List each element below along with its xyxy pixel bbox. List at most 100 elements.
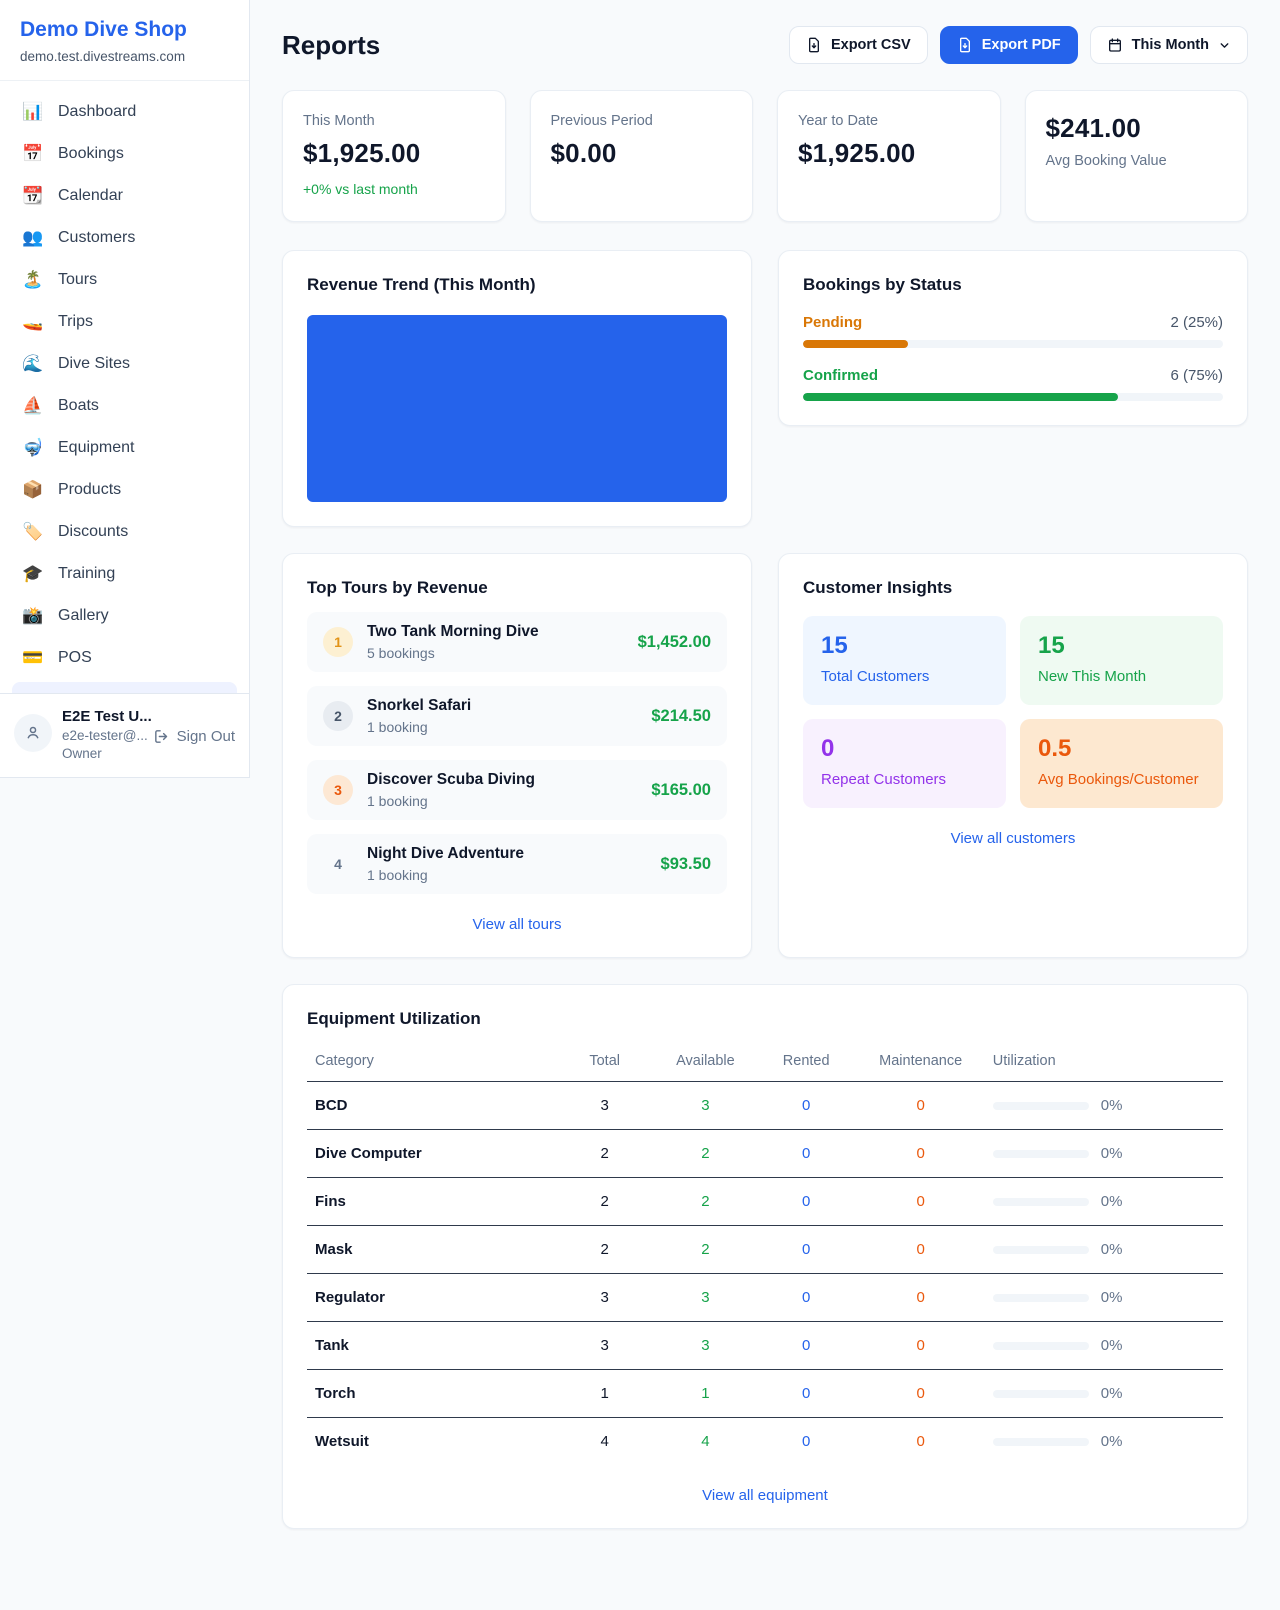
- progress-fill: [803, 393, 1118, 401]
- bookings-status-card: Bookings by Status Pending2 (25%)Confirm…: [778, 250, 1248, 426]
- speedboat-icon: 🚤: [22, 312, 44, 332]
- export-csv-label: Export CSV: [831, 37, 911, 53]
- equipment-category: Mask: [307, 1226, 554, 1274]
- sidebar-nav: 📊Dashboard📅Bookings📆Calendar 👥 Customers 🏝️…: [0, 91, 249, 693]
- user-name: E2E Test U...: [62, 708, 143, 725]
- view-all-customers-link[interactable]: View all customers: [803, 830, 1223, 847]
- file-download-icon: [957, 37, 973, 53]
- rank-badge: 2: [323, 701, 353, 731]
- equipment-col-category: Category: [307, 1041, 554, 1082]
- sidebar-item-trips[interactable]: 🚤 Trips: [12, 301, 237, 343]
- stat-card-previous-period: Previous Period$0.00: [530, 90, 754, 222]
- utilization-bar: [993, 1102, 1089, 1110]
- graduation-cap-icon: 🎓: [22, 564, 44, 584]
- tour-name: Night Dive Adventure: [367, 845, 524, 863]
- status-row-pending: Pending2 (25%): [803, 314, 1223, 348]
- equipment-maintenance: 0: [857, 1082, 985, 1130]
- equipment-category: Fins: [307, 1178, 554, 1226]
- period-label: This Month: [1132, 37, 1209, 53]
- equipment-available: 4: [655, 1418, 756, 1466]
- sidebar-item-dashboard[interactable]: 📊Dashboard: [12, 91, 237, 133]
- equipment-category: Wetsuit: [307, 1418, 554, 1466]
- stat-value: $241.00: [1046, 113, 1228, 144]
- utilization-bar: [993, 1342, 1089, 1350]
- table-row: Torch11000%: [307, 1370, 1223, 1418]
- status-count: 6 (75%): [1170, 367, 1223, 384]
- status-count: 2 (25%): [1170, 314, 1223, 331]
- progress-track: [803, 393, 1223, 401]
- sidebar-item-label: POS: [58, 649, 92, 667]
- sign-out-label: Sign Out: [177, 728, 235, 745]
- equipment-total: 1: [554, 1370, 655, 1418]
- sidebar-item-products[interactable]: 📦Products: [12, 469, 237, 511]
- sidebar-item-bookings[interactable]: 📅Bookings: [12, 133, 237, 175]
- equipment-total: 3: [554, 1082, 655, 1130]
- sidebar-item-dive-sites[interactable]: 🌊Dive Sites: [12, 343, 237, 385]
- equipment-maintenance: 0: [857, 1322, 985, 1370]
- sidebar-item-customers[interactable]: 👥 Customers: [12, 217, 237, 259]
- sidebar-item-label: Customers: [58, 229, 135, 247]
- sidebar-item-training[interactable]: 🎓Training: [12, 553, 237, 595]
- sidebar-item-discounts[interactable]: 🏷️Discounts: [12, 511, 237, 553]
- sidebar-item-calendar[interactable]: 📆Calendar: [12, 175, 237, 217]
- equipment-rented: 0: [756, 1418, 857, 1466]
- sidebar-item-pos[interactable]: 💳 POS: [12, 637, 237, 679]
- sidebar-item-tours[interactable]: 🏝️Tours: [12, 259, 237, 301]
- sidebar-item-boats[interactable]: ⛵Boats: [12, 385, 237, 427]
- tour-amount: $1,452.00: [638, 633, 711, 652]
- page-header: Reports Export CSV Export PDF: [282, 26, 1248, 64]
- user-icon: [24, 724, 42, 742]
- table-row: Dive Computer22000%: [307, 1130, 1223, 1178]
- equipment-rented: 0: [756, 1226, 857, 1274]
- stat-label: This Month: [303, 113, 485, 129]
- package-icon: 📦: [22, 480, 44, 500]
- shop-domain: demo.test.divestreams.com: [20, 49, 229, 64]
- sign-out-button[interactable]: Sign Out: [153, 728, 235, 745]
- sidebar-item-label: Trips: [58, 313, 93, 331]
- equipment-category: Torch: [307, 1370, 554, 1418]
- main-content: Reports Export CSV Export PDF: [250, 0, 1280, 1573]
- equipment-category: Regulator: [307, 1274, 554, 1322]
- export-pdf-button[interactable]: Export PDF: [940, 26, 1078, 64]
- table-row: BCD33000%: [307, 1082, 1223, 1130]
- rank-badge: 1: [323, 627, 353, 657]
- table-row: Tank33000%: [307, 1322, 1223, 1370]
- utilization-cell: 0%: [993, 1385, 1215, 1402]
- equipment-total: 2: [554, 1178, 655, 1226]
- people-icon: 👥: [22, 228, 44, 248]
- sidebar-item-label: Dashboard: [58, 103, 136, 121]
- stat-card-year-to-date: Year to Date$1,925.00: [777, 90, 1001, 222]
- equipment-table: CategoryTotalAvailableRentedMaintenanceU…: [307, 1041, 1223, 1465]
- top-tours-card: Top Tours by Revenue 1Two Tank Morning D…: [282, 553, 752, 958]
- sidebar-item-label: Gallery: [58, 607, 109, 625]
- equipment-category: Dive Computer: [307, 1130, 554, 1178]
- sidebar-item-label: Calendar: [58, 187, 123, 205]
- insight-label: Repeat Customers: [821, 771, 988, 788]
- equipment-available: 3: [655, 1082, 756, 1130]
- page-title: Reports: [282, 30, 380, 61]
- equipment-total: 4: [554, 1418, 655, 1466]
- view-all-tours-link[interactable]: View all tours: [307, 916, 727, 933]
- sidebar-item-equipment[interactable]: 🤿Equipment: [12, 427, 237, 469]
- insight-tile-orange: 0.5Avg Bookings/Customer: [1020, 719, 1223, 808]
- equipment-col-maintenance: Maintenance: [857, 1041, 985, 1082]
- sidebar-item-reports-partial[interactable]: [12, 682, 237, 693]
- wave-icon: 🌊: [22, 354, 44, 374]
- status-label: Confirmed: [803, 367, 878, 384]
- sidebar-item-gallery[interactable]: 📸Gallery: [12, 595, 237, 637]
- view-all-equipment-link[interactable]: View all equipment: [307, 1487, 1223, 1504]
- equipment-maintenance: 0: [857, 1178, 985, 1226]
- progress-track: [803, 340, 1223, 348]
- tour-row: 3Discover Scuba Diving1 booking$165.00: [307, 760, 727, 820]
- tour-row: 4Night Dive Adventure1 booking$93.50: [307, 834, 727, 894]
- logout-icon: [153, 728, 170, 745]
- equipment-available: 2: [655, 1178, 756, 1226]
- export-csv-button[interactable]: Export CSV: [789, 26, 928, 64]
- header-actions: Export CSV Export PDF This Month: [789, 26, 1248, 64]
- period-dropdown[interactable]: This Month: [1090, 26, 1248, 64]
- tour-amount: $93.50: [661, 855, 711, 874]
- stat-value: $1,925.00: [303, 138, 485, 169]
- equipment-total: 2: [554, 1130, 655, 1178]
- chevron-down-icon: [1218, 39, 1231, 52]
- credit-card-icon: 💳: [22, 648, 44, 668]
